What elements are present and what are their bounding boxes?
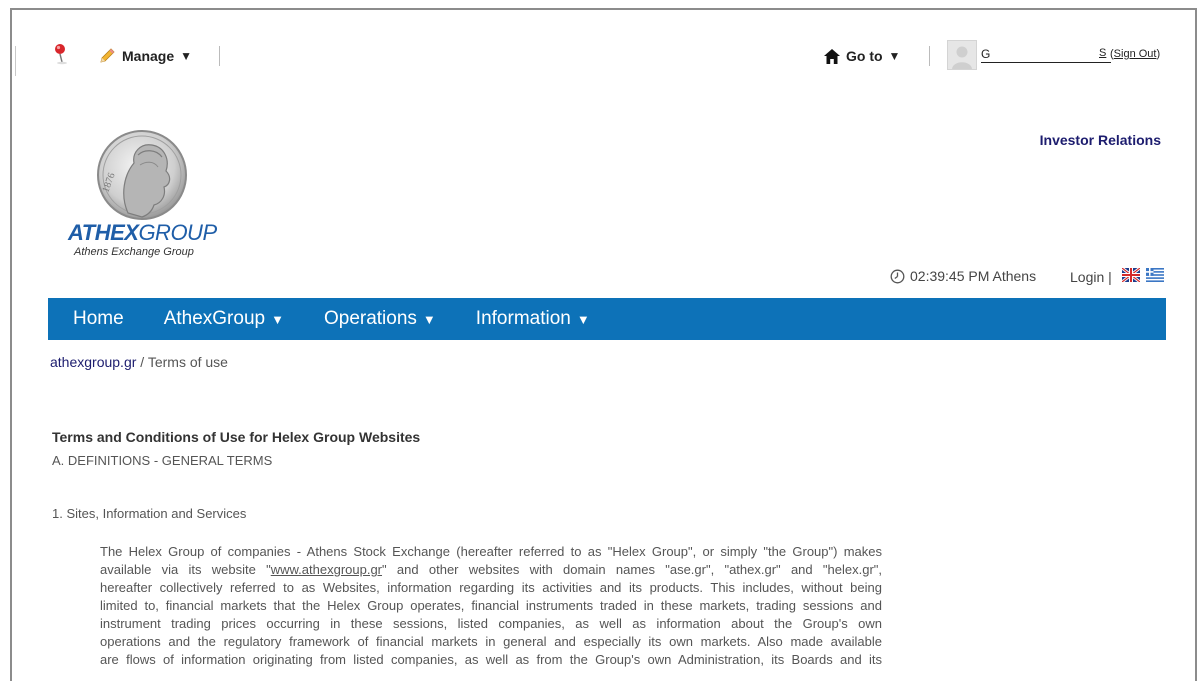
section-heading: A. DEFINITIONS - GENERAL TERMS — [52, 453, 273, 468]
investor-relations-link[interactable]: Investor Relations — [1040, 132, 1161, 148]
paragraph-line: available via its website "www.athexgrou… — [100, 561, 882, 579]
caret-down-icon: ▼ — [271, 311, 284, 327]
greek-flag-icon[interactable] — [1146, 268, 1164, 282]
nav-home-label: Home — [73, 308, 124, 329]
manage-caret: ▼ — [180, 49, 193, 63]
nav-home[interactable]: Home — [73, 308, 124, 330]
clock: 02:39:45 PM Athens — [890, 268, 1036, 284]
caret-down-icon: ▼ — [422, 311, 436, 327]
paragraph-line: are flows of information originating fro… — [100, 652, 882, 667]
english-flag-icon[interactable] — [1122, 268, 1140, 282]
toolbar-divider — [929, 46, 930, 66]
pencil-icon — [100, 48, 115, 63]
page-title: Terms and Conditions of Use for Helex Gr… — [52, 429, 421, 445]
clock-icon — [890, 269, 905, 283]
paragraph-line: instrument trading prices occurring in t… — [100, 616, 882, 631]
page-frame: Manage ▼ Go to ▼ G S (Sign Out) 1876 ATH… — [10, 8, 1197, 681]
paragraph-line: operations and the regulatory framework … — [100, 634, 882, 649]
subsection-heading: 1. Sites, Information and Services — [52, 506, 247, 521]
sign-out: (Sign Out) — [1110, 48, 1160, 60]
breadcrumb: athexgroup.gr / Terms of use — [50, 354, 228, 370]
left-divider — [15, 46, 16, 76]
goto-menu[interactable]: Go to ▼ — [824, 46, 900, 66]
sign-out-link[interactable]: Sign Out — [1114, 48, 1157, 60]
user-name-link[interactable]: G — [981, 47, 1111, 63]
user-name-end[interactable]: S — [1099, 47, 1106, 59]
nav-operations[interactable]: Operations ▼ — [324, 308, 436, 330]
goto-caret: ▼ — [888, 49, 901, 63]
manage-label: Manage — [122, 48, 175, 64]
user-name-text: G — [981, 47, 991, 61]
paragraph-line: hereafter collectively referred to as We… — [100, 580, 882, 595]
nav-athexgroup-label: AthexGroup — [163, 308, 266, 329]
nav-information-label: Information — [475, 308, 571, 329]
sign-out-paren: ) — [1156, 48, 1161, 60]
clock-time: 02:39:45 PM Athens — [910, 268, 1037, 284]
caret-down-icon: ▼ — [576, 311, 590, 327]
nav-operations-label: Operations — [323, 308, 417, 329]
avatar[interactable] — [947, 40, 977, 70]
paragraph-text: " and other websites with domain names "… — [382, 562, 882, 577]
paragraph-line: The Helex Group of companies - Athens St… — [100, 544, 882, 559]
paragraph-line: limited to, financial markets that the H… — [100, 598, 882, 613]
athexgroup-website-link[interactable]: www.athexgroup.gr — [271, 562, 382, 577]
pin-icon[interactable] — [52, 43, 70, 65]
paragraph-text: available via its website " — [100, 562, 271, 577]
goto-label: Go to — [846, 48, 883, 64]
nav-information[interactable]: Information ▼ — [476, 308, 590, 330]
breadcrumb-root-link[interactable]: athexgroup.gr — [50, 354, 136, 370]
manage-menu[interactable]: Manage ▼ — [98, 46, 192, 66]
main-navigation: Home AthexGroup ▼ Operations ▼ Informati… — [48, 298, 1166, 340]
wordmark-light: GROUP — [138, 220, 217, 245]
toolbar-divider — [219, 46, 220, 66]
home-icon — [824, 48, 840, 64]
athex-wordmark: ATHEXGROUP — [68, 220, 217, 246]
nav-athexgroup[interactable]: AthexGroup ▼ — [164, 308, 284, 330]
wordmark-bold: ATHEX — [68, 220, 139, 245]
breadcrumb-current: Terms of use — [147, 354, 228, 370]
terms-paragraph: The Helex Group of companies - Athens St… — [100, 543, 882, 669]
logo-subtitle: Athens Exchange Group — [74, 246, 194, 258]
breadcrumb-separator: / — [136, 354, 148, 370]
login-link[interactable]: Login | — [1070, 269, 1112, 285]
user-icon — [952, 46, 972, 69]
